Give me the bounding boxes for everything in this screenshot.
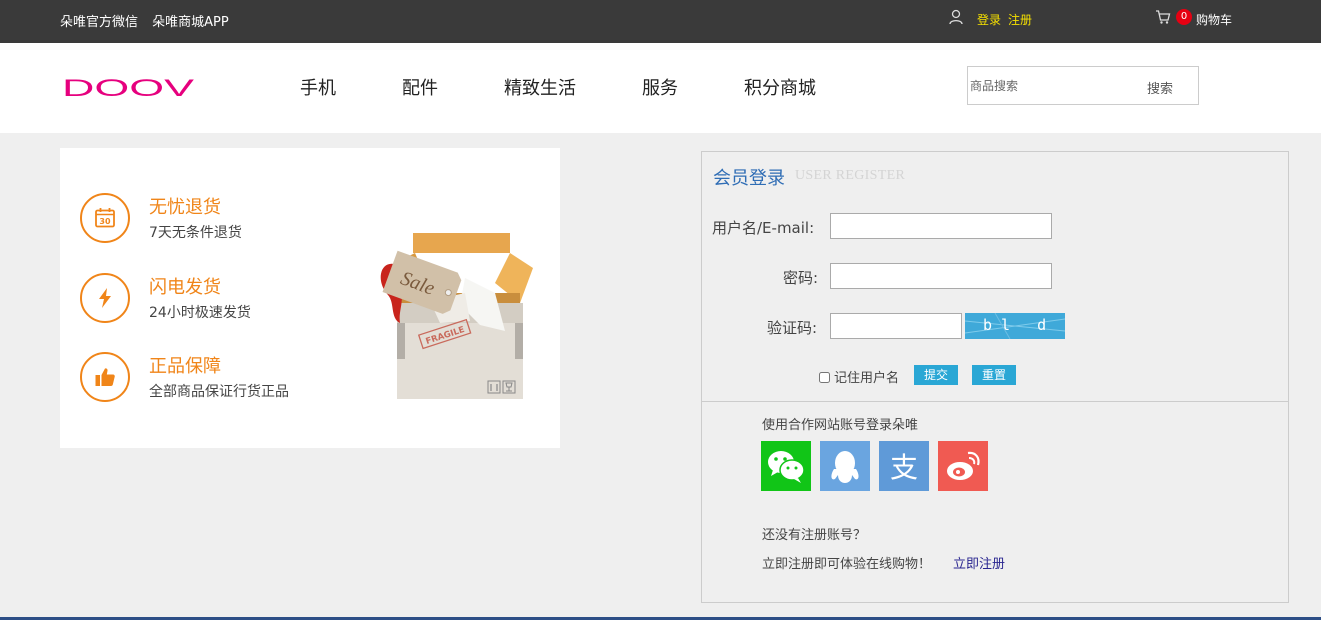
wechat-icon [761, 441, 811, 491]
calendar-30-icon: 30 [80, 193, 130, 243]
top-bar: 朵唯官方微信 朵唯商城APP 登录 注册 0 购物车 [0, 0, 1321, 43]
feature-desc: 24小时极速发货 [149, 305, 251, 321]
captcha-input[interactable] [830, 313, 962, 339]
user-icon[interactable] [948, 9, 964, 25]
remember-label: 记住用户名 [834, 371, 900, 386]
register-link[interactable]: 注册 [1008, 11, 1032, 28]
nav-item-points-mall[interactable]: 积分商城 [744, 74, 816, 100]
wechat-link[interactable]: 朵唯官方微信 [60, 15, 138, 30]
submit-button[interactable]: 提交 [914, 365, 959, 385]
captcha-image[interactable]: bl d [965, 313, 1065, 339]
feature-title: 正品保障 [149, 356, 221, 377]
password-input[interactable] [830, 263, 1052, 289]
login-subtitle: USER REGISTER [795, 168, 906, 183]
top-links: 朵唯官方微信 朵唯商城APP [60, 11, 239, 30]
username-label: 用户名/E-mail: [712, 219, 815, 237]
partner-login-label: 使用合作网站账号登录朵唯 [762, 418, 919, 433]
feature-title: 闪电发货 [149, 277, 221, 298]
svg-text:支: 支 [890, 451, 918, 484]
nav-item-lifestyle[interactable]: 精致生活 [504, 74, 576, 100]
svg-text:30: 30 [99, 217, 111, 226]
lightning-icon [80, 273, 130, 323]
sale-box-illustration: FRAGILE Sale [380, 233, 533, 399]
feature-desc: 7天无条件退货 [149, 225, 242, 241]
no-account-text: 还没有注册账号？ [762, 528, 867, 543]
remember-checkbox[interactable] [819, 372, 830, 383]
search-box: 搜索 [967, 66, 1199, 105]
captcha-label: 验证码: [767, 319, 818, 337]
weibo-icon [938, 441, 988, 491]
captcha-text: bl d [983, 316, 1056, 334]
alipay-login-button[interactable]: 支 [879, 441, 929, 491]
remember-username[interactable]: 记住用户名 [819, 367, 899, 386]
wechat-login-button[interactable] [761, 441, 811, 491]
register-now-link[interactable]: 立即注册 [953, 553, 1005, 572]
qq-login-button[interactable] [820, 441, 870, 491]
password-label: 密码: [783, 269, 819, 287]
nav-item-phones[interactable]: 手机 [300, 74, 336, 100]
login-link[interactable]: 登录 [977, 11, 1001, 28]
doov-logo[interactable]: DOOV [62, 73, 194, 101]
alipay-icon: 支 [879, 441, 929, 491]
username-input[interactable] [830, 213, 1052, 239]
feature-title: 无忧退货 [149, 197, 221, 218]
nav-item-accessories[interactable]: 配件 [402, 74, 438, 100]
promo-panel: 30 无忧退货 7天无条件退货 闪电发货 24小时极速发货 正品保障 全部商品保… [60, 148, 560, 448]
divider [702, 401, 1288, 402]
svg-text:DOOV: DOOV [62, 75, 194, 101]
cart-icon[interactable] [1155, 9, 1171, 25]
cart-count-badge: 0 [1176, 9, 1192, 25]
feature-returns: 30 无忧退货 7天无条件退货 [80, 193, 380, 245]
header: DOOV 手机 配件 精致生活 服务 积分商城 搜索 [0, 43, 1321, 133]
register-tip: 立即注册即可体验在线购物！ [762, 557, 932, 572]
app-link[interactable]: 朵唯商城APP [152, 15, 229, 30]
search-button[interactable]: 搜索 [1147, 78, 1173, 97]
feature-fast-shipping: 闪电发货 24小时极速发货 [80, 273, 380, 325]
login-title: 会员登录 [713, 168, 785, 189]
feature-desc: 全部商品保证行货正品 [149, 384, 289, 400]
weibo-login-button[interactable] [938, 441, 988, 491]
reset-button[interactable]: 重置 [972, 365, 1017, 385]
thumbs-up-icon [80, 352, 130, 402]
feature-authentic: 正品保障 全部商品保证行货正品 [80, 352, 380, 404]
nav-item-services[interactable]: 服务 [642, 74, 678, 100]
login-panel: 会员登录 USER REGISTER 用户名/E-mail: 密码: 验证码: … [701, 151, 1289, 603]
cart-link[interactable]: 购物车 [1196, 11, 1232, 28]
search-input[interactable] [970, 76, 1120, 96]
qq-icon [820, 441, 870, 491]
